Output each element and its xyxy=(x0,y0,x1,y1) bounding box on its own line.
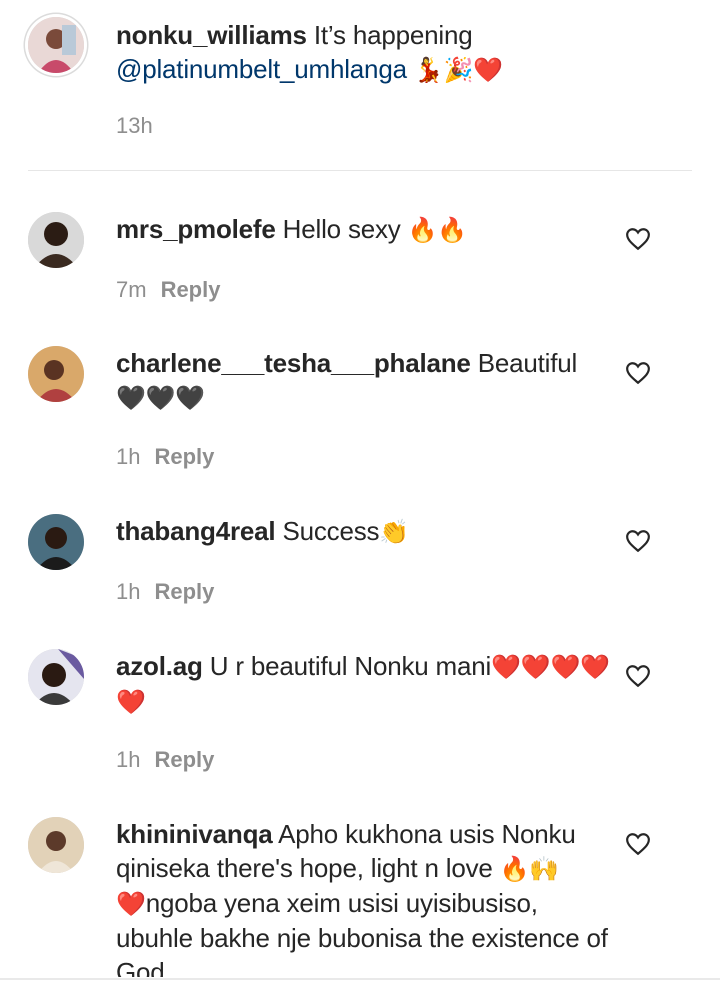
divider xyxy=(0,978,720,980)
comment-time: 7m xyxy=(116,277,147,302)
heart-icon[interactable] xyxy=(625,227,651,251)
caption-text: nonku_williams It’s happening @platinumb… xyxy=(116,18,616,87)
comment-emoji: 🔥🙌 xyxy=(499,855,560,883)
comment-time: 1h xyxy=(116,747,141,772)
avatar[interactable] xyxy=(28,346,84,402)
comment-text: Beautiful xyxy=(477,348,578,378)
comment-username[interactable]: azol.ag xyxy=(116,651,203,681)
reply-button[interactable]: Reply xyxy=(154,747,214,772)
comment-emoji: ❤️ xyxy=(116,890,146,918)
comment-username[interactable]: khininivanqa xyxy=(116,819,273,849)
divider xyxy=(28,170,692,171)
heart-icon[interactable] xyxy=(625,832,651,856)
comment-text: U r beautiful Nonku mani xyxy=(209,651,492,681)
comment-time: 1h xyxy=(116,444,141,469)
comment-username[interactable]: charlene___tesha___phalane xyxy=(116,348,471,378)
avatar[interactable] xyxy=(28,212,84,268)
comment-emoji: 👏 xyxy=(379,518,410,546)
heart-icon[interactable] xyxy=(625,529,651,553)
reply-button[interactable]: Reply xyxy=(154,579,214,604)
avatar[interactable] xyxy=(28,514,84,570)
avatar[interactable] xyxy=(28,817,84,873)
reply-button[interactable]: Reply xyxy=(161,277,221,302)
caption-emoji: 💃🎉❤️ xyxy=(413,56,503,84)
caption-time: 13h xyxy=(116,113,153,138)
comment-text: Success xyxy=(282,516,380,546)
comment-username[interactable]: mrs_pmolefe xyxy=(116,214,276,244)
comment-emoji: 🔥🔥 xyxy=(407,216,468,244)
heart-icon[interactable] xyxy=(625,361,651,385)
comment-username[interactable]: thabang4real xyxy=(116,516,276,546)
caption-username[interactable]: nonku_williams xyxy=(116,20,307,50)
caption-mention[interactable]: @platinumbelt_umhlanga xyxy=(116,54,407,84)
avatar[interactable] xyxy=(28,649,84,705)
comment-time: 1h xyxy=(116,579,141,604)
comment-text: Hello sexy xyxy=(282,214,401,244)
avatar[interactable] xyxy=(28,17,84,73)
comment-emoji: 🖤🖤🖤 xyxy=(116,384,206,412)
heart-icon[interactable] xyxy=(625,664,651,688)
post-caption: nonku_williams It’s happening @platinumb… xyxy=(0,0,720,170)
caption-body: It’s happening xyxy=(313,20,473,50)
comment-text: ngoba yena xeim usisi uyisibusiso, ubuhl… xyxy=(116,888,608,977)
reply-button[interactable]: Reply xyxy=(154,444,214,469)
